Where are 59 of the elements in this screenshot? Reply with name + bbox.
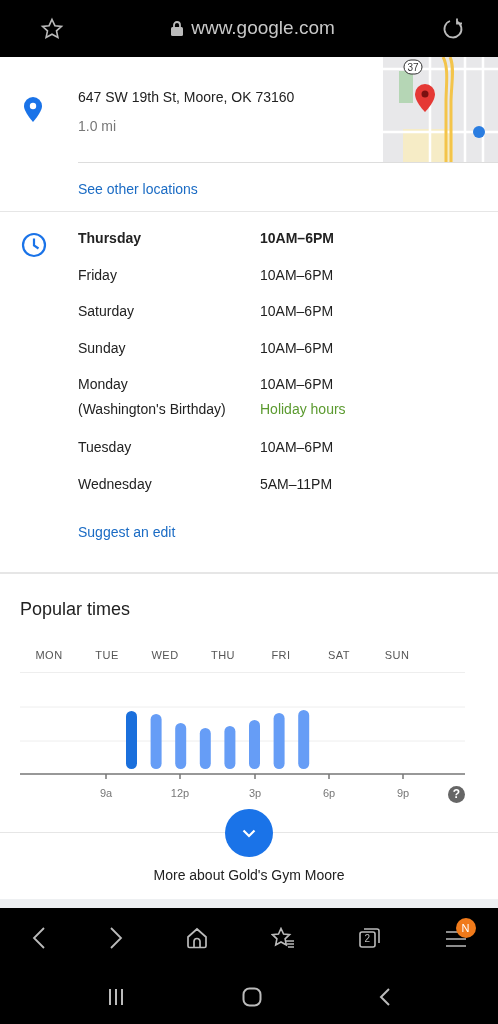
day-name: Friday <box>78 265 118 285</box>
hour-label: 9a <box>98 785 114 801</box>
holiday-hours-note: Holiday hours <box>260 400 346 419</box>
forward-icon[interactable] <box>108 926 123 950</box>
holiday-name: (Washington's Birthday) <box>78 400 227 419</box>
expand-button[interactable] <box>225 809 273 857</box>
clock-icon <box>21 232 47 258</box>
opening-hours: 10AM–6PM <box>260 338 334 358</box>
popularity-bar <box>150 713 162 769</box>
see-other-locations-link[interactable]: See other locations <box>78 181 198 197</box>
popularity-bar <box>126 710 137 769</box>
day-tab[interactable]: MON <box>20 647 78 664</box>
home-button-icon[interactable] <box>242 986 262 1007</box>
back-icon[interactable] <box>379 986 392 1007</box>
day-name: Thursday <box>78 229 142 248</box>
opening-hours: 10AM–6PM <box>260 375 335 394</box>
lock-icon <box>171 21 184 36</box>
day-name: Wednesday <box>78 474 153 494</box>
opening-hours: 10AM–6PM <box>260 302 334 321</box>
opening-hours: 5AM–11PM <box>260 474 333 494</box>
day-tab[interactable]: SAT <box>310 647 368 664</box>
bookmarks-icon[interactable] <box>270 927 295 949</box>
location-pin-icon <box>24 97 42 122</box>
star-icon[interactable] <box>40 16 64 41</box>
opening-hours: 10AM–6PM <box>260 229 334 248</box>
hour-label: 12p <box>170 785 190 801</box>
back-icon[interactable] <box>31 926 46 950</box>
popularity-bar <box>199 727 211 769</box>
day-tab[interactable]: SUN <box>368 647 426 664</box>
popularity-bar <box>224 725 236 769</box>
hour-label: 6p <box>321 785 337 801</box>
chevron-down-icon <box>242 828 256 838</box>
day-name: Saturday <box>78 302 136 321</box>
popularity-bar <box>273 712 285 769</box>
recent-apps-icon[interactable] <box>106 987 125 1006</box>
opening-hours: 10AM–6PM <box>260 265 334 285</box>
day-name: Sunday <box>78 338 127 358</box>
day-tab[interactable]: THU <box>194 647 252 664</box>
day-tab[interactable]: WED <box>136 647 194 664</box>
suggest-edit-link[interactable]: Suggest an edit <box>78 524 176 540</box>
hour-label: 9p <box>395 785 411 801</box>
notification-badge: N <box>455 918 476 938</box>
more-about-link[interactable]: More about Gold's Gym Moore <box>153 865 345 886</box>
popularity-bar <box>298 709 310 769</box>
opening-hours: 10AM–6PM <box>260 438 334 457</box>
home-icon[interactable] <box>185 927 208 949</box>
day-tab[interactable]: TUE <box>78 647 136 664</box>
distance-text: 1.0 mi <box>78 117 118 136</box>
day-name: Monday <box>78 375 129 394</box>
help-icon[interactable]: ? <box>448 785 465 803</box>
day-tab[interactable]: FRI <box>252 647 310 664</box>
section-title: Popular times <box>20 598 132 621</box>
popularity-bar <box>175 722 187 769</box>
picture[interactable]: 37 <box>383 57 498 162</box>
day-name: Tuesday <box>78 438 133 457</box>
hour-label: 3p <box>247 785 263 801</box>
url-text[interactable]: www.google.com <box>191 14 335 43</box>
address-text: 647 SW 19th St, Moore, OK 73160 <box>78 88 296 107</box>
popularity-bar <box>249 719 260 769</box>
